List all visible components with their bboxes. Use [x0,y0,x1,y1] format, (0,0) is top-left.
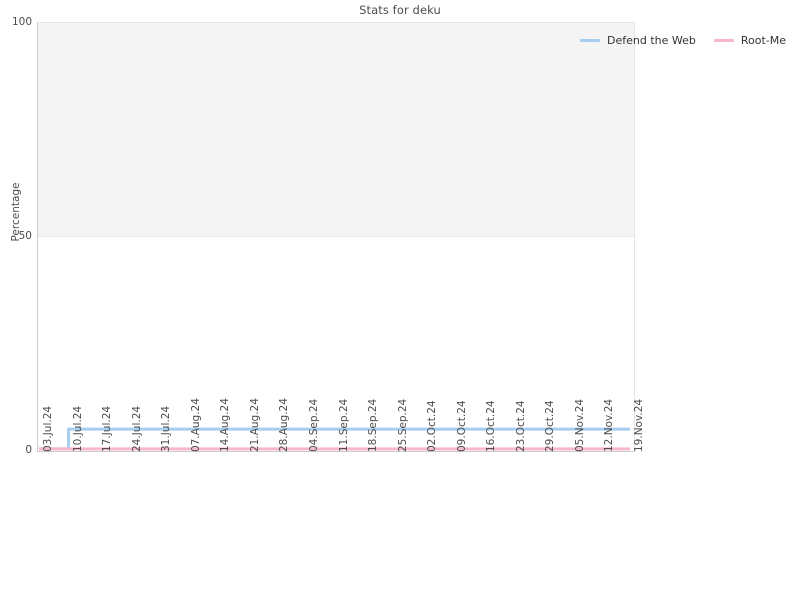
x-axis-tick: 14.Aug.24 [219,398,232,452]
x-axis-tick: 19.Nov.24 [633,398,645,452]
series-lines [39,427,630,451]
x-axis-tick: 16.Oct.24 [485,400,498,452]
x-axis-tick: 05.Nov.24 [573,398,586,452]
legend-item-0[interactable]: Defend the Web [580,34,696,47]
legend-item-1[interactable]: Root-Me [713,33,787,47]
x-axis-tick: 02.Oct.24 [426,400,439,452]
legend-label: Defend the Web [607,33,696,47]
legend-label: Root-Me [740,33,787,47]
x-axis-tick: 23.Oct.24 [514,400,527,452]
y-axis-tick-100: 100 [11,16,32,28]
x-axis-tick: 28.Aug.24 [278,398,291,452]
x-axis-tick: 11.Sep.24 [337,398,350,452]
x-axis-tick: 31.Jul.24 [160,405,173,452]
chart-title: Stats for deku [359,3,441,17]
x-axis-tick: 18.Sep.24 [367,398,380,452]
x-axis-tick: 24.Jul.24 [130,405,143,452]
y-axis-label: Percentage [10,182,22,242]
x-axis-tick: 03.Jul.24 [42,405,54,452]
x-axis-tick: 10.Jul.24 [71,405,84,452]
series-line-0 [39,427,630,451]
x-axis-tick: 29.Oct.24 [544,400,557,452]
x-axis-ticks: 03.Jul.24 10.Jul.24 17.Jul.24 24.Jul.24 31.J… [37,398,645,562]
legend-swatch-icon [580,38,600,42]
x-axis-tick: 07.Aug.24 [189,398,202,452]
x-axis-tick: 21.Aug.24 [248,398,261,452]
x-axis-tick: 09.Oct.24 [455,400,468,452]
x-axis-tick: 12.Nov.24 [603,398,616,452]
stats-chart: Stats for deku 100 50 0 Percentage 03.Ju… [0,0,800,600]
x-axis-tick: 04.Sep.24 [307,398,320,452]
legend-swatch-icon [713,38,734,42]
x-axis-tick: 17.Jul.24 [101,405,114,452]
x-axis-tick: 25.Sep.24 [396,398,409,452]
chart-legend: Defend the Web Root-Me [580,32,786,48]
y-axis-tick-0: 0 [25,444,32,456]
plot-area [37,22,635,452]
